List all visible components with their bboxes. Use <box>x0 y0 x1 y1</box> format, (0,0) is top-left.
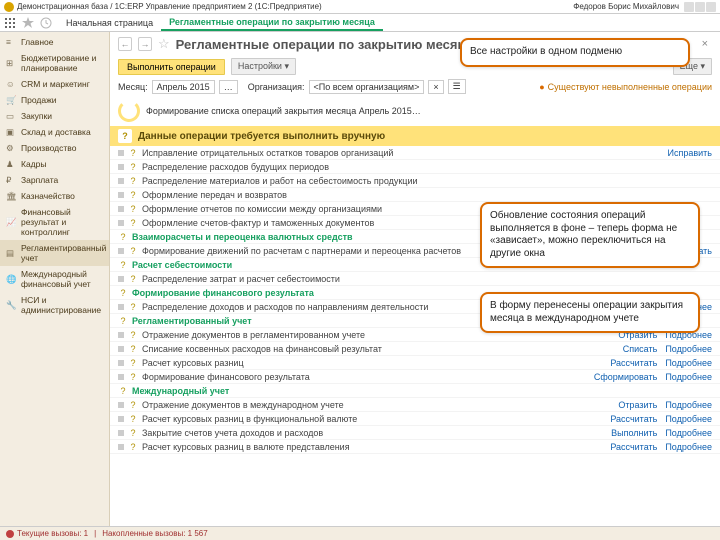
sidebar-item-warehouse[interactable]: ▣Склад и доставка <box>0 124 109 140</box>
op-item: Закрытие счетов учета доходов и расходов <box>142 428 603 438</box>
calc-link[interactable]: Рассчитать <box>610 442 657 452</box>
tab-home[interactable]: Начальная страница <box>58 14 161 31</box>
op-item: Списание косвенных расходов на финансовы… <box>142 344 615 354</box>
nav-fwd[interactable]: → <box>138 37 152 51</box>
warning-text: ●Существуют невыполненные операции <box>539 82 712 92</box>
org-input[interactable]: <По всем организациям> <box>309 80 425 94</box>
sidebar-item-main[interactable]: ≡Главное <box>0 34 109 50</box>
sidebar-item-purchase[interactable]: ▭Закупки <box>0 108 109 124</box>
sidebar-item-sales[interactable]: 🛒Продажи <box>0 92 109 108</box>
execute-button[interactable]: Выполнить операции <box>118 59 225 75</box>
box-icon: ▭ <box>6 111 16 121</box>
min-button[interactable] <box>684 2 694 12</box>
more-link[interactable]: Подробнее <box>665 442 712 452</box>
more-link[interactable]: Подробнее <box>665 414 712 424</box>
op-item: Распределение расходов будущих периодов <box>142 162 712 172</box>
truck-icon: ▣ <box>6 127 16 137</box>
close-button[interactable] <box>706 2 716 12</box>
status-icon <box>6 530 14 538</box>
sidebar-item-intl[interactable]: 🌐Международный финансовый учет <box>0 266 109 292</box>
person-icon: ♟ <box>6 159 16 169</box>
more-link[interactable]: Подробнее <box>665 358 712 368</box>
op-item: Исправление отрицательных остатков товар… <box>142 148 660 158</box>
callout-intl: В форму перенесены операции закрытия мес… <box>480 292 700 333</box>
writeoff-link[interactable]: Списать <box>623 344 658 354</box>
nav-back[interactable]: ← <box>118 37 132 51</box>
op-item: Формирование финансового результата <box>142 372 586 382</box>
history-icon[interactable] <box>40 17 52 29</box>
calc-link[interactable]: Рассчитать <box>610 414 657 424</box>
app-icon <box>4 2 14 12</box>
spinner-icon <box>118 100 140 122</box>
globe-icon: 🌐 <box>6 274 16 284</box>
reflect-link[interactable]: Отразить <box>618 400 657 410</box>
op-item: Отражение документов в международном уче… <box>142 400 610 410</box>
op-item: Оформление передач и возвратов <box>142 190 712 200</box>
book-icon: ▤ <box>6 248 16 258</box>
window-title: Демонстрационная база / 1С:ERP Управлени… <box>17 2 322 11</box>
more-link[interactable]: Подробнее <box>665 344 712 354</box>
op-item: Расчет курсовых разниц <box>142 358 602 368</box>
form-link[interactable]: Сформировать <box>594 372 657 382</box>
money-icon: ₽ <box>6 175 16 185</box>
status-accumulated: Накопленные вызовы: 1 567 <box>102 529 207 538</box>
sidebar-item-salary[interactable]: ₽Зарплата <box>0 172 109 188</box>
main-toolbar: Начальная страница Регламентные операции… <box>0 14 720 32</box>
gear-icon: ⚙ <box>6 143 16 153</box>
page-close[interactable]: × <box>698 36 712 52</box>
more-link[interactable]: Подробнее <box>665 400 712 410</box>
status-current: Текущие вызовы: 1 <box>17 529 88 538</box>
max-button[interactable] <box>695 2 705 12</box>
status-bar: Текущие вызовы: 1 | Накопленные вызовы: … <box>0 526 720 540</box>
chart-icon: ⊞ <box>6 58 16 68</box>
sidebar-item-treasury[interactable]: 🏛Казначейство <box>0 188 109 204</box>
execute-link[interactable]: Выполнить <box>611 428 657 438</box>
sidebar-item-finresult[interactable]: 📈Финансовый результат и контроллинг <box>0 204 109 240</box>
callout-settings: Все настройки в одном подменю <box>460 38 690 67</box>
page-title: Регламентные операции по закрытию месяца <box>176 37 473 52</box>
warn-icon: ● <box>539 82 544 92</box>
more-link[interactable]: Подробнее <box>665 372 712 382</box>
sidebar-item-regaccount[interactable]: ▤Регламентированный учет <box>0 240 109 266</box>
settings-button[interactable]: Настройки ▾ <box>231 58 296 75</box>
month-label: Месяц: <box>118 82 148 92</box>
sidebar-item-staff[interactable]: ♟Кадры <box>0 156 109 172</box>
star-icon[interactable] <box>22 17 34 29</box>
user-name[interactable]: Федоров Борис Михайлович <box>573 2 679 11</box>
callout-background: Обновление состояния операций выполняетс… <box>480 202 700 268</box>
op-item: Расчет курсовых разниц в валюте представ… <box>142 442 602 452</box>
sidebar: ≡Главное ⊞Бюджетирование и планирование … <box>0 32 110 526</box>
question-icon: ? <box>118 129 132 143</box>
menu-icon[interactable] <box>4 17 16 29</box>
spinner-text: Формирование списка операций закрытия ме… <box>146 106 421 116</box>
cart-icon: 🛒 <box>6 95 16 105</box>
sidebar-item-nsi[interactable]: 🔧НСИ и администрирование <box>0 292 109 318</box>
graph-icon: 📈 <box>6 217 16 227</box>
month-input[interactable]: Апрель 2015 <box>152 80 215 94</box>
titlebar: Демонстрационная база / 1С:ERP Управлени… <box>0 0 720 14</box>
sidebar-item-production[interactable]: ⚙Производство <box>0 140 109 156</box>
op-item: Распределение затрат и расчет себестоимо… <box>142 274 712 284</box>
org-picker[interactable]: ☰ <box>448 79 466 94</box>
section-header: Международный учет <box>132 386 712 396</box>
op-item: Расчет курсовых разниц в функциональной … <box>142 414 602 424</box>
calc-link[interactable]: Рассчитать <box>610 358 657 368</box>
sidebar-item-budget[interactable]: ⊞Бюджетирование и планирование <box>0 50 109 76</box>
fix-link[interactable]: Исправить <box>668 148 712 158</box>
sidebar-item-crm[interactable]: ☺CRM и маркетинг <box>0 76 109 92</box>
home-icon: ≡ <box>6 37 16 47</box>
org-label: Организация: <box>248 82 305 92</box>
favorite-icon[interactable]: ☆ <box>158 36 170 52</box>
op-item: Распределение материалов и работ на себе… <box>142 176 712 186</box>
org-clear[interactable]: × <box>428 80 443 94</box>
people-icon: ☺ <box>6 79 16 89</box>
manual-section-header: ? Данные операции требуется выполнить вр… <box>110 126 720 146</box>
bank-icon: 🏛 <box>6 191 16 201</box>
more-link[interactable]: Подробнее <box>665 428 712 438</box>
tab-active[interactable]: Регламентные операции по закрытию месяца <box>161 14 383 31</box>
month-picker[interactable]: … <box>219 80 238 94</box>
wrench-icon: 🔧 <box>6 300 16 310</box>
